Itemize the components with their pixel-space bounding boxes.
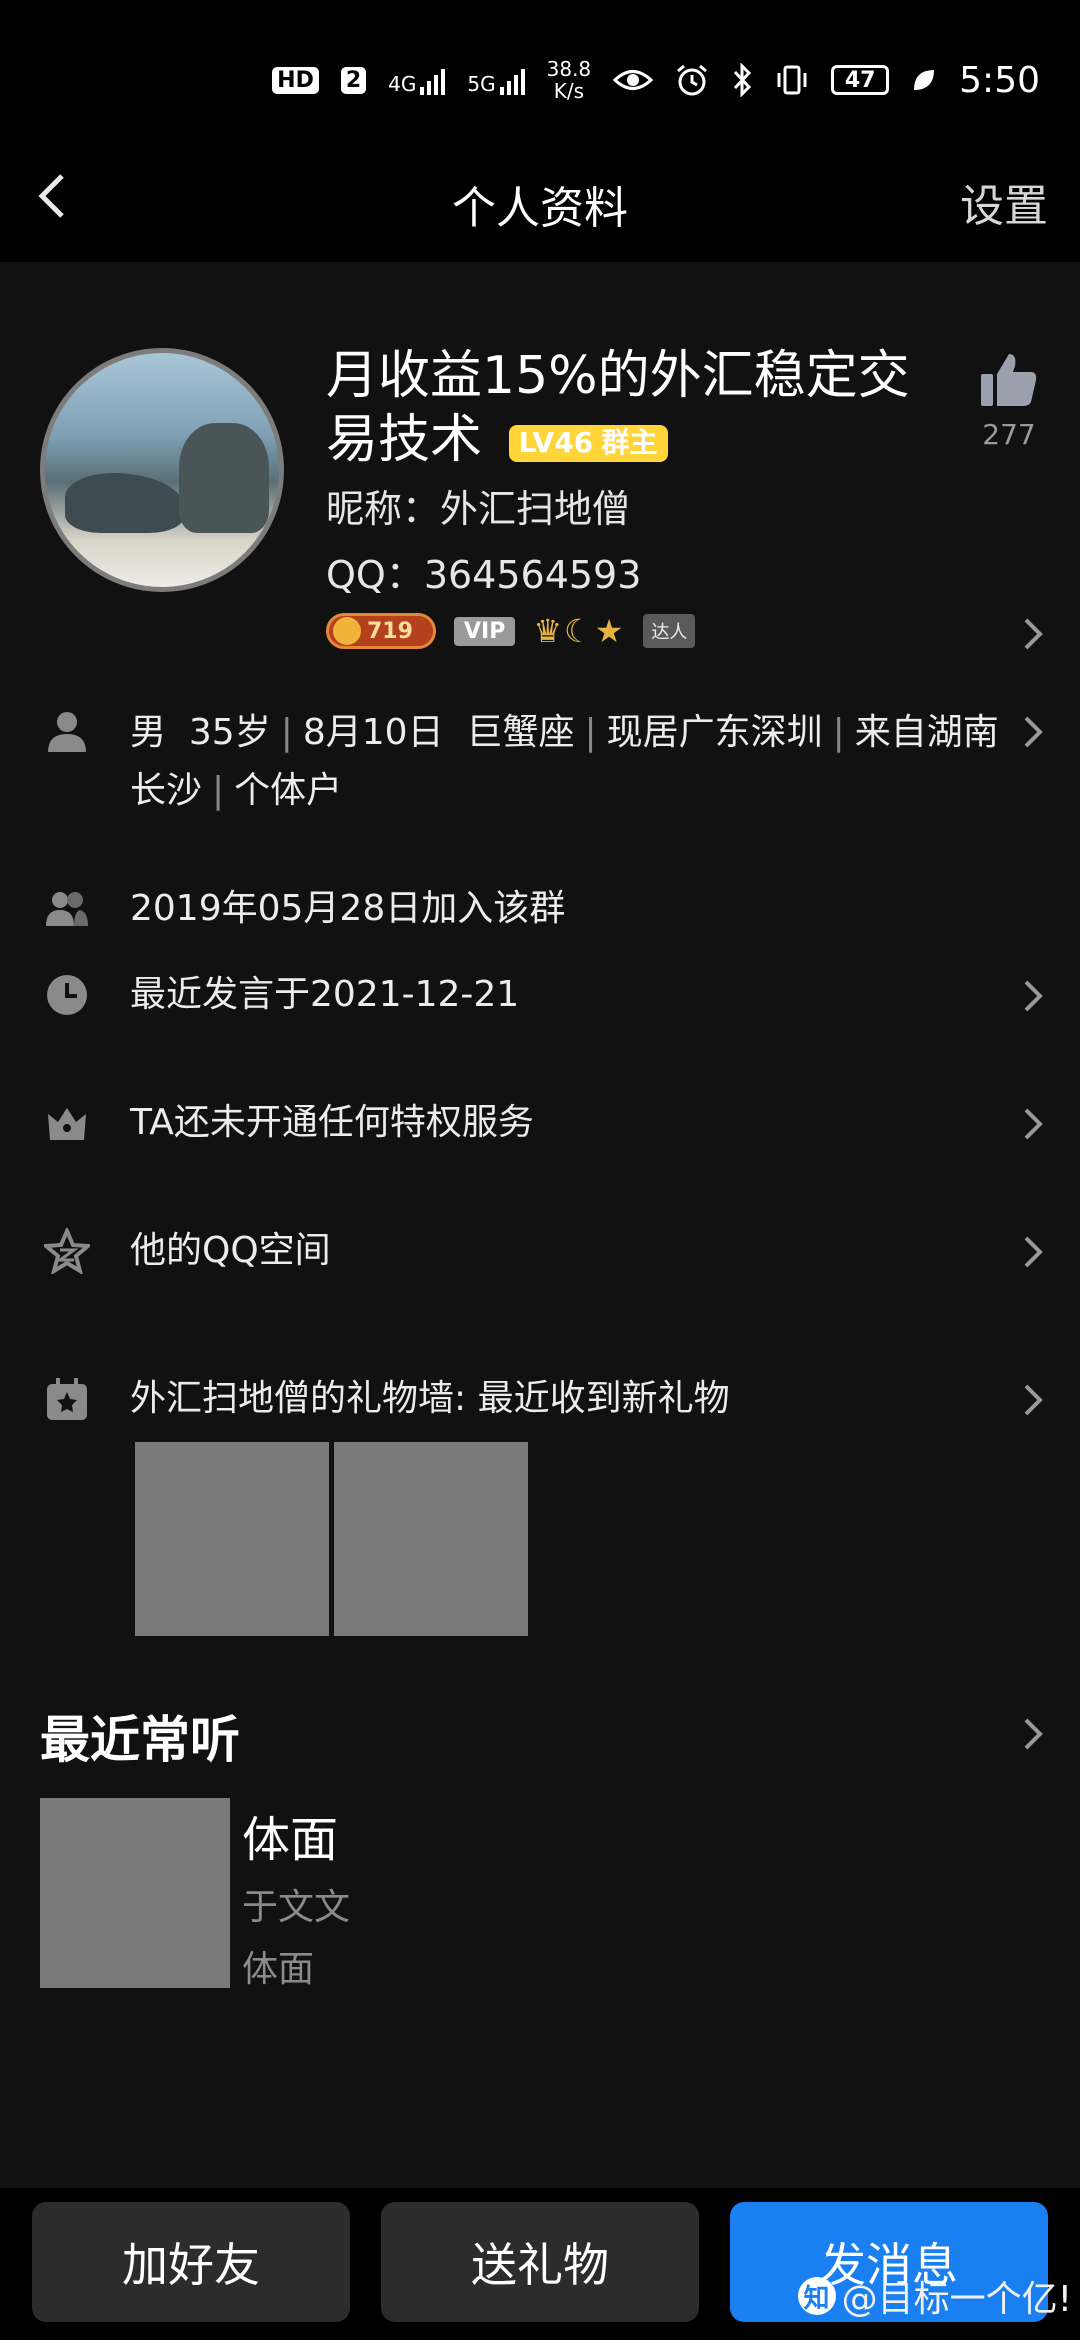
group-members-icon — [46, 892, 88, 926]
crown-moon-star-icon: ♛☾★ — [533, 612, 626, 650]
vibrate-icon — [777, 65, 807, 95]
signal-bars-icon — [420, 65, 446, 95]
settings-button[interactable]: 设置 — [960, 170, 1048, 234]
status-bar: HD 2 4G 5G 38.8 K/s 47 5:50 — [272, 50, 1040, 110]
song-album: 体面 — [242, 1949, 315, 1990]
sim-indicator: 2 — [340, 66, 367, 94]
vip-badge: VIP — [454, 616, 516, 646]
gift-thumbnail[interactable] — [135, 1442, 329, 1636]
qq-number: QQ：364564593 — [326, 553, 642, 597]
chevron-right-icon[interactable] — [1020, 712, 1046, 752]
badge-row[interactable]: 719 VIP ♛☾★ 达人 — [326, 612, 696, 650]
eye-comfort-icon — [613, 70, 654, 90]
level-badge: LV46 群主 — [508, 424, 668, 462]
last-speak[interactable]: 最近发言于2021-12-21 — [130, 966, 519, 1024]
qzone-star-icon — [44, 1228, 90, 1274]
gift-wall-icon — [47, 1378, 87, 1420]
clock-icon — [47, 975, 87, 1015]
top-bar: HD 2 4G 5G 38.8 K/s 47 5:50 个人资料 设置 — [0, 0, 1080, 262]
power-saving-leaf-icon — [914, 70, 935, 90]
privilege-crown-icon — [48, 1108, 86, 1140]
clock: 5:50 — [959, 59, 1040, 101]
gift-wall[interactable]: 外汇扫地僧的礼物墙: 最近收到新礼物 — [130, 1370, 730, 1428]
like-count: 277 — [982, 418, 1036, 451]
song-cover[interactable] — [40, 1798, 230, 1988]
avatar[interactable] — [40, 348, 284, 592]
recent-music-title: 最近常听 — [40, 1711, 240, 1769]
daren-badge: 达人 — [643, 614, 696, 648]
page-title: 个人资料 — [452, 183, 628, 234]
song-title[interactable]: 体面 — [242, 1800, 338, 1870]
like-button[interactable]: 277 — [974, 350, 1044, 451]
chevron-right-icon[interactable] — [1020, 614, 1046, 654]
gift-thumbnail[interactable] — [334, 1442, 528, 1636]
add-friend-button[interactable]: 加好友 — [32, 2202, 350, 2322]
nickname: 昵称：外汇扫地僧 — [326, 487, 631, 531]
zhihu-logo-icon: 知 — [797, 2277, 836, 2315]
signal-bars-icon — [499, 65, 525, 95]
send-gift-button[interactable]: 送礼物 — [381, 2202, 699, 2322]
chevron-right-icon[interactable] — [1020, 1232, 1046, 1272]
chevron-right-icon[interactable] — [1020, 1380, 1046, 1420]
chevron-right-icon[interactable] — [1020, 1104, 1046, 1144]
group-name: 月收益15%的外汇稳定交易技术 LV46 群主 — [326, 346, 910, 470]
coin-badge: 719 — [326, 613, 436, 649]
qzone-link[interactable]: 他的QQ空间 — [130, 1222, 331, 1280]
nav-bar: 个人资料 设置 — [0, 150, 1080, 240]
signal-5g: 5G — [467, 65, 525, 95]
song-artist: 于文文 — [242, 1887, 351, 1928]
alarm-icon — [677, 64, 708, 96]
person-icon — [48, 712, 86, 752]
privilege-service[interactable]: TA还未开通任何特权服务 — [130, 1094, 534, 1152]
thumbs-up-icon — [981, 354, 1037, 406]
signal-4g: 4G — [388, 65, 446, 95]
join-date: 2019年05月28日加入该群 — [130, 888, 566, 929]
bottom-action-bar: 加好友 送礼物 发消息 知 @目标一个亿! — [0, 2188, 1080, 2340]
hd-indicator: HD — [272, 66, 319, 94]
profile-page: HD 2 4G 5G 38.8 K/s 47 5:50 个人资料 设置 月收益1… — [0, 0, 1080, 2340]
battery-icon: 47 — [831, 65, 890, 95]
bluetooth-icon — [734, 63, 752, 97]
basic-info: 男 35岁 | 8月10日 巨蟹座 | 现居广东深圳 | 来自湖南长沙 | 个体户 — [130, 712, 999, 811]
chevron-right-icon[interactable] — [1020, 976, 1046, 1016]
watermark: 知 @目标一个亿! — [797, 2270, 1072, 2322]
chevron-right-icon[interactable] — [1020, 1714, 1046, 1754]
network-speed: 38.8 K/s — [546, 57, 592, 103]
